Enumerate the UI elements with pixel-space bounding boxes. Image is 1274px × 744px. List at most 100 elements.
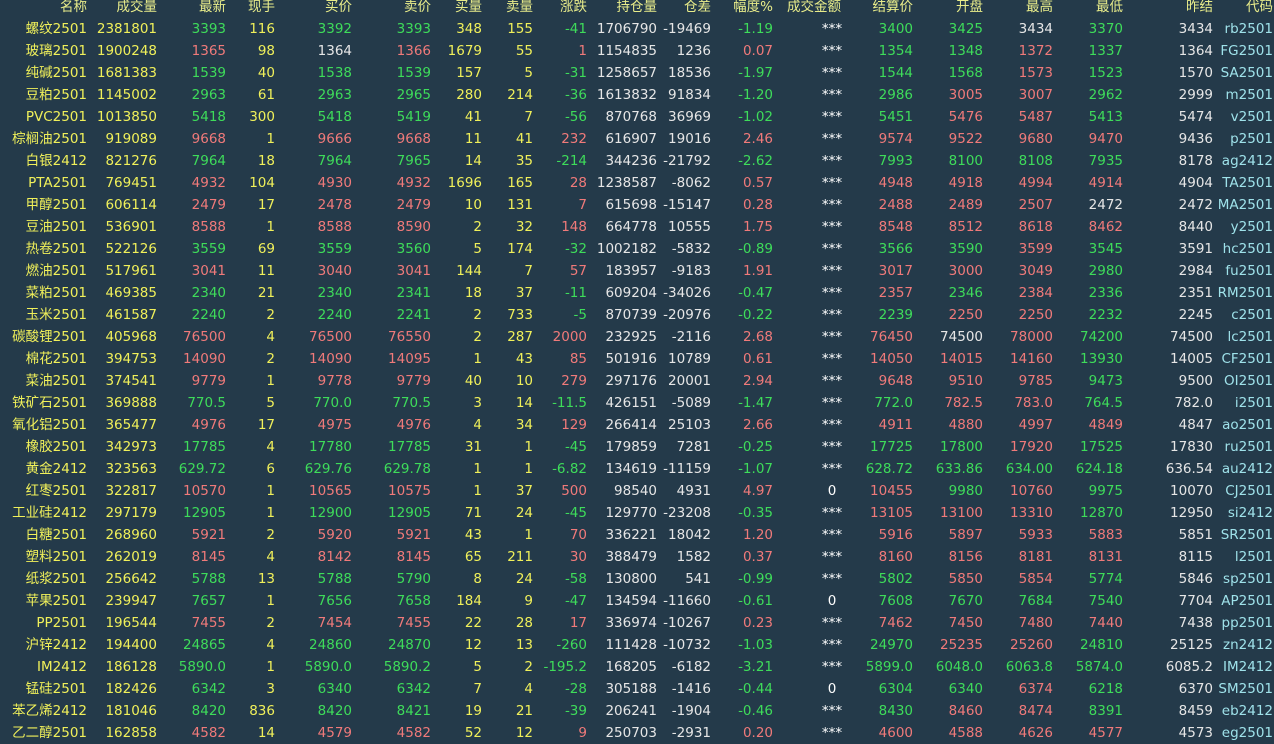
table-row[interactable]: 豆油2501 536901 8588 1 8588 8590 2 32 148 664778 105… (0, 216, 1274, 238)
cell-ask: 7658 (396, 593, 431, 609)
cell-ask: 7455 (396, 615, 431, 631)
table-row[interactable]: 纯碱2501 1681383 1539 40 1538 1539 157 5 -31 125865… (0, 62, 1274, 84)
column-header-ask[interactable]: 卖价 (355, 0, 431, 18)
table-row[interactable]: 螺纹2501 2381801 3393 116 3392 3393 348 155 -41 170… (0, 18, 1274, 40)
cell-oi-change: -2116 (671, 329, 711, 345)
column-header-change[interactable]: 涨跌 (535, 0, 587, 18)
table-row[interactable]: 沪锌2412 194400 24865 4 24860 24870 12 13 -260 1114… (0, 634, 1274, 656)
column-header-open[interactable]: 开盘 (917, 0, 983, 18)
cell-low: 8391 (1088, 703, 1123, 719)
cell-ask-volume: 10 (515, 373, 533, 389)
cell-high: 5487 (1018, 109, 1053, 125)
cell-pct-change: -1.19 (738, 21, 773, 37)
table-row[interactable]: 氧化铝2501 365477 4976 17 4975 4976 4 34 129 266414 2… (0, 414, 1274, 436)
cell-low: 5774 (1088, 571, 1123, 587)
column-header-pre-settle[interactable]: 昨结 (1127, 0, 1213, 18)
cell-ask-volume: 165 (507, 175, 533, 191)
table-row[interactable]: 甲醇2501 606114 2479 17 2478 2479 10 131 7 615698 -1… (0, 194, 1274, 216)
column-header-current-hand[interactable]: 现手 (229, 0, 275, 18)
cell-open: 8156 (948, 549, 983, 565)
cell-low: 12870 (1080, 505, 1123, 521)
table-row[interactable]: 棕榈油2501 919089 9668 1 9666 9668 11 41 232 616907 1… (0, 128, 1274, 150)
cell-code: TA2501 (1222, 175, 1273, 191)
table-row[interactable]: 棉花2501 394753 14090 2 14090 14095 1 43 85 501916 1… (0, 348, 1274, 370)
column-header-volume[interactable]: 成交量 (89, 0, 158, 18)
cell-last: 1365 (191, 43, 226, 59)
cell-bid: 2240 (317, 307, 352, 323)
table-row[interactable]: 苹果2501 239947 7657 1 7656 7658 184 9 -47 134594 -1… (0, 590, 1274, 612)
cell-current-hand: 2 (266, 351, 275, 367)
table-row[interactable]: 碳酸锂2501 405968 76500 4 76500 76550 2 287 2000 232… (0, 326, 1274, 348)
table-row[interactable]: 乙二醇2501 162858 4582 14 4579 4582 52 12 9 250703 -2… (0, 722, 1274, 744)
column-header-settle[interactable]: 结算价 (837, 0, 914, 18)
cell-open-interest: 111428 (605, 637, 657, 653)
table-row[interactable]: PP2501 196544 7455 2 7454 7455 22 28 17 336974 -10… (0, 612, 1274, 634)
table-row[interactable]: 燃油2501 517961 3041 11 3040 3041 144 7 57 183957 -9… (0, 260, 1274, 282)
column-header-high[interactable]: 最高 (987, 0, 1053, 18)
column-header-code[interactable]: 代码 (1215, 0, 1273, 18)
cell-pre-settle: 25125 (1170, 637, 1213, 653)
table-row[interactable]: IM2412 186128 5890.0 1 5890.0 5890.2 5 2 -195.2 1… (0, 656, 1274, 678)
cell-oi-change: -8062 (671, 175, 711, 191)
table-row[interactable]: PVC2501 1013850 5418 300 5418 5419 41 7 -56 87076… (0, 106, 1274, 128)
cell-open-interest: 168205 (605, 659, 657, 675)
cell-ask-volume: 155 (507, 21, 533, 37)
column-header-ask-volume[interactable]: 卖量 (485, 0, 533, 18)
table-row[interactable]: 白银2412 821276 7964 18 7964 7965 14 35 -214 344236… (0, 150, 1274, 172)
cell-code: ag2412 (1221, 153, 1273, 169)
table-row[interactable]: 热卷2501 522126 3559 69 3559 3560 5 174 -32 1002182… (0, 238, 1274, 260)
table-row[interactable]: PTA2501 769451 4932 104 4930 4932 1696 165 28 123… (0, 172, 1274, 194)
cell-open: 8100 (948, 153, 983, 169)
table-row[interactable]: 红枣2501 322817 10570 1 10565 10575 1 37 500 98540 4… (0, 480, 1274, 502)
cell-code: SR2501 (1220, 527, 1273, 543)
cell-low: 2472 (1088, 197, 1123, 213)
column-header-low[interactable]: 最低 (1057, 0, 1123, 18)
column-header-oi-change[interactable]: 仓差 (659, 0, 711, 18)
cell-name: IM2412 (37, 659, 87, 675)
cell-last: 2479 (191, 197, 226, 213)
cell-open: 1348 (948, 43, 983, 59)
cell-current-hand: 98 (257, 43, 275, 59)
table-row[interactable]: 玻璃2501 1900248 1365 98 1364 1366 1679 55 1 115483… (0, 40, 1274, 62)
table-row[interactable]: 塑料2501 262019 8145 4 8142 8145 65 211 30 388479 15… (0, 546, 1274, 568)
table-row[interactable]: 橡胶2501 342973 17785 4 17780 17785 31 1 -45 179859… (0, 436, 1274, 458)
cell-oi-change: -2931 (671, 725, 711, 741)
cell-bid: 6340 (317, 681, 352, 697)
table-row[interactable]: 黄金2412 323563 629.72 6 629.76 629.78 1 1 -6.82 13… (0, 458, 1274, 480)
cell-code: au2412 (1221, 461, 1273, 477)
cell-current-hand: 1 (266, 373, 275, 389)
cell-last: 7455 (191, 615, 226, 631)
cell-volume: 769451 (105, 175, 157, 191)
cell-settle: 3017 (878, 263, 913, 279)
table-row[interactable]: 白糖2501 268960 5921 2 5920 5921 43 1 70 336221 1804… (0, 524, 1274, 546)
table-row[interactable]: 工业硅2412 297179 12905 1 12900 12905 71 24 -45 1297… (0, 502, 1274, 524)
cell-bid: 7964 (317, 153, 352, 169)
column-header-bid-volume[interactable]: 买量 (434, 0, 482, 18)
table-row[interactable]: 锰硅2501 182426 6342 3 6340 6342 7 4 -28 305188 -141… (0, 678, 1274, 700)
table-row[interactable]: 豆粕2501 1145002 2963 61 2963 2965 280 214 -36 1613… (0, 84, 1274, 106)
cell-open-interest: 134594 (605, 593, 657, 609)
cell-bid-volume: 41 (464, 109, 482, 125)
table-row[interactable]: 菜油2501 374541 9779 1 9778 9779 40 10 279 297176 20… (0, 370, 1274, 392)
column-header-name[interactable]: 名称 (0, 0, 87, 18)
cell-name: 白银2412 (25, 153, 87, 169)
cell-name: 铁矿石2501 (12, 395, 87, 411)
cell-change: 2000 (552, 329, 587, 345)
cell-bid-volume: 14 (464, 153, 482, 169)
cell-ask-volume: 733 (507, 307, 533, 323)
cell-ask: 76550 (388, 329, 431, 345)
column-header-open-interest[interactable]: 持仓量 (590, 0, 658, 18)
cell-volume: 297179 (105, 505, 157, 521)
table-row[interactable]: 纸浆2501 256642 5788 13 5788 5790 8 24 -58 130800 54… (0, 568, 1274, 590)
column-header-bid[interactable]: 买价 (278, 0, 352, 18)
column-header-pct-change[interactable]: 幅度% (713, 0, 773, 18)
cell-pre-settle: 2351 (1178, 285, 1213, 301)
column-header-last[interactable]: 最新 (160, 0, 226, 18)
table-row[interactable]: 铁矿石2501 369888 770.5 5 770.0 770.5 3 14 -11.5 426… (0, 392, 1274, 414)
table-row[interactable]: 玉米2501 461587 2240 2 2240 2241 2 733 -5 870739 -20… (0, 304, 1274, 326)
table-row[interactable]: 菜粕2501 469385 2340 21 2340 2341 18 37 -11 609204-… (0, 282, 1274, 304)
cell-oi-change: -10267 (663, 615, 711, 631)
cell-code: sp2501 (1223, 571, 1273, 587)
table-row[interactable]: 苯乙烯2412 181046 8420 836 8420 8421 19 21 -39 20624… (0, 700, 1274, 722)
cell-bid: 3040 (317, 263, 352, 279)
